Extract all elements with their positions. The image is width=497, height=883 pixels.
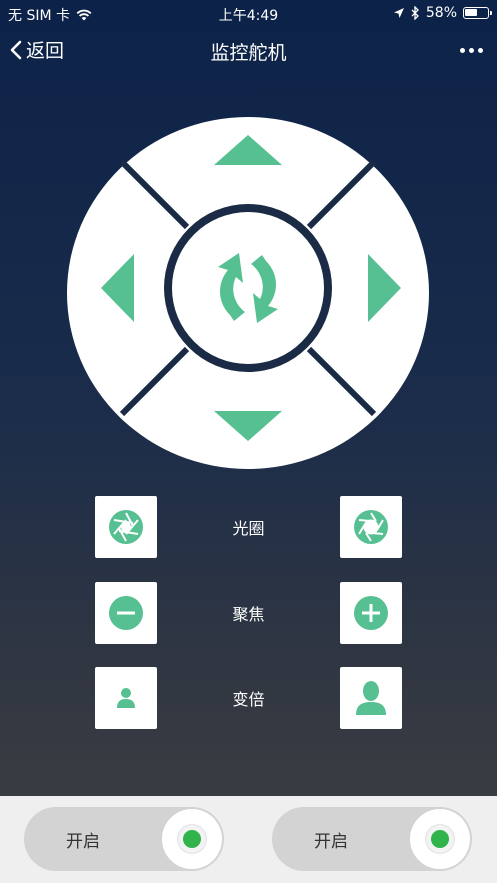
battery-icon bbox=[463, 7, 492, 19]
status-right: 58% bbox=[393, 5, 492, 21]
direction-pad bbox=[67, 117, 429, 469]
battery-percent: 58% bbox=[425, 5, 457, 21]
center-face bbox=[172, 212, 324, 364]
aperture-row: 光圈 bbox=[95, 496, 402, 558]
battery-level bbox=[465, 9, 477, 16]
toggle-knob[interactable] bbox=[410, 809, 470, 869]
toggle-label: 开启 bbox=[314, 832, 348, 852]
page-title: 监控舵机 bbox=[210, 42, 287, 64]
dpad-center-button[interactable] bbox=[164, 204, 332, 372]
bluetooth-icon bbox=[411, 6, 419, 20]
more-dot-icon bbox=[468, 47, 474, 53]
toggle-switch-2[interactable]: 开启 bbox=[272, 807, 472, 871]
status-dot-icon bbox=[431, 830, 449, 848]
toggle-switch-1[interactable]: 开启 bbox=[24, 807, 224, 871]
aperture-icon bbox=[354, 510, 388, 544]
zoom-in-button[interactable] bbox=[340, 667, 402, 729]
person-large-icon bbox=[356, 681, 386, 715]
more-dot-icon bbox=[477, 47, 483, 53]
focus-plus-button[interactable] bbox=[340, 582, 402, 644]
bottom-bar: 开启 开启 bbox=[0, 796, 497, 883]
status-dot-icon bbox=[183, 830, 201, 848]
toggle-knob[interactable] bbox=[162, 809, 222, 869]
plus-circle-icon bbox=[354, 596, 388, 630]
status-bar: 无 SIM 卡 上午4:49 58% bbox=[0, 0, 497, 28]
zoom-row: 变倍 bbox=[95, 667, 402, 729]
aperture-open-button[interactable] bbox=[340, 496, 402, 558]
focus-row: 聚焦 bbox=[95, 582, 402, 644]
more-dot-icon bbox=[459, 47, 465, 53]
more-button[interactable] bbox=[457, 38, 485, 62]
toggle-label: 开启 bbox=[66, 832, 100, 852]
location-icon bbox=[393, 8, 404, 18]
nav-bar: 返回 监控舵机 bbox=[0, 30, 497, 74]
